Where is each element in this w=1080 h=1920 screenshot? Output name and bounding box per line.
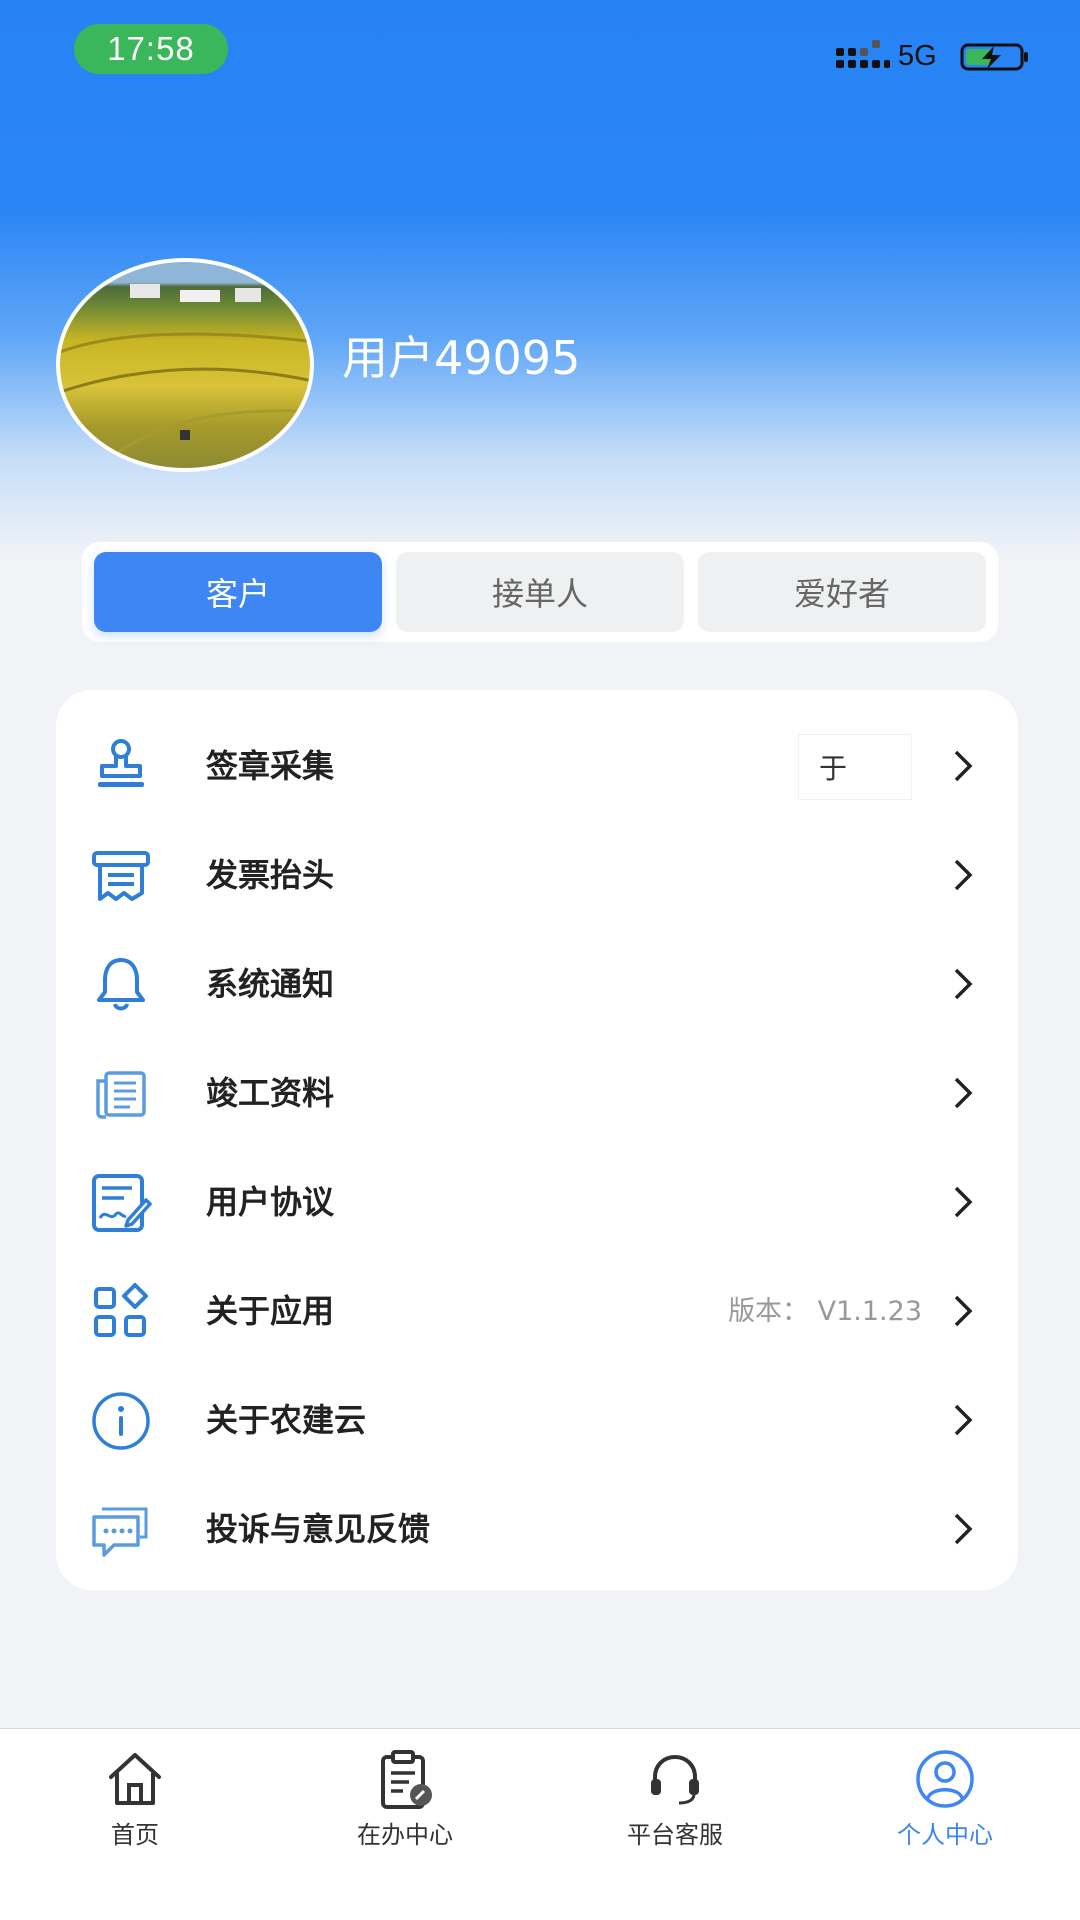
menu-item-about-company[interactable]: 关于农建云	[56, 1366, 1018, 1475]
clipboard-icon	[381, 1750, 432, 1809]
status-time: 17:58	[74, 24, 228, 74]
nav-support[interactable]: 平台客服	[540, 1729, 810, 1869]
menu-item-feedback[interactable]: 投诉与意见反馈	[56, 1475, 1018, 1584]
bottom-nav: 首页 在办中心 平台客服 个人中心	[0, 1728, 1080, 1920]
invoice-icon	[92, 851, 150, 901]
menu-label: 签章采集	[206, 747, 335, 785]
tab-contractor[interactable]: 接单人	[396, 552, 684, 632]
signal-icon	[836, 40, 890, 72]
nav-label: 个人中心	[897, 1821, 993, 1849]
nav-label: 平台客服	[627, 1821, 723, 1849]
feedback-icon	[92, 1507, 148, 1557]
menu-label: 系统通知	[206, 965, 335, 1003]
chevron-right-icon	[954, 859, 973, 891]
signature-text: 于	[819, 752, 848, 785]
headset-icon	[651, 1754, 699, 1805]
tab-enthusiast[interactable]: 爱好者	[698, 552, 986, 632]
nav-profile[interactable]: 个人中心	[810, 1729, 1080, 1869]
avatar-photo	[60, 284, 310, 468]
menu-card: 签章采集 于 发票抬头 系统通知 竣工资料 用户协议 关于应用 版本： V1.1…	[56, 690, 1018, 1590]
menu-item-completion-docs[interactable]: 竣工资料	[56, 1039, 1018, 1148]
network-type: 5G	[898, 40, 937, 72]
menu-label: 用户协议	[206, 1183, 335, 1221]
nav-label: 首页	[111, 1821, 159, 1849]
bell-icon	[97, 958, 145, 1011]
menu-item-invoice[interactable]: 发票抬头	[56, 821, 1018, 930]
signature-preview: 于	[798, 734, 912, 800]
menu-item-notifications[interactable]: 系统通知	[56, 930, 1018, 1039]
user-icon	[916, 1750, 974, 1808]
chevron-right-icon	[954, 1186, 973, 1218]
agreement-icon	[92, 1174, 152, 1232]
menu-item-user-agreement[interactable]: 用户协议	[56, 1148, 1018, 1257]
documents-icon	[96, 1071, 146, 1119]
avatar[interactable]	[56, 258, 314, 472]
nav-label: 在办中心	[357, 1821, 453, 1849]
apps-icon	[94, 1283, 148, 1337]
menu-item-about-app[interactable]: 关于应用 版本： V1.1.23	[56, 1257, 1018, 1366]
menu-item-signature[interactable]: 签章采集 于	[56, 712, 1018, 821]
menu-label: 关于应用	[206, 1292, 335, 1330]
chevron-right-icon	[954, 1295, 973, 1327]
menu-label: 投诉与意见反馈	[206, 1510, 431, 1548]
home-icon	[109, 1753, 161, 1805]
stamp-icon	[98, 739, 144, 787]
chevron-right-icon	[954, 1077, 973, 1109]
menu-label: 关于农建云	[206, 1401, 367, 1439]
chevron-right-icon	[954, 968, 973, 1000]
battery-icon	[960, 43, 1028, 71]
menu-label: 竣工资料	[206, 1074, 335, 1112]
tab-customer[interactable]: 客户	[94, 552, 382, 632]
menu-label: 发票抬头	[206, 856, 335, 894]
app-version: 版本： V1.1.23	[728, 1296, 922, 1327]
chevron-right-icon	[954, 1404, 973, 1436]
chevron-right-icon	[954, 750, 973, 782]
username: 用户49095	[342, 331, 581, 385]
role-tabs: 客户 接单人 爱好者	[82, 542, 998, 642]
nav-home[interactable]: 首页	[0, 1729, 270, 1869]
chevron-right-icon	[954, 1513, 973, 1545]
nav-in-progress[interactable]: 在办中心	[270, 1729, 540, 1869]
info-icon	[92, 1392, 150, 1450]
status-bar: 17:58 5G	[0, 0, 1080, 100]
